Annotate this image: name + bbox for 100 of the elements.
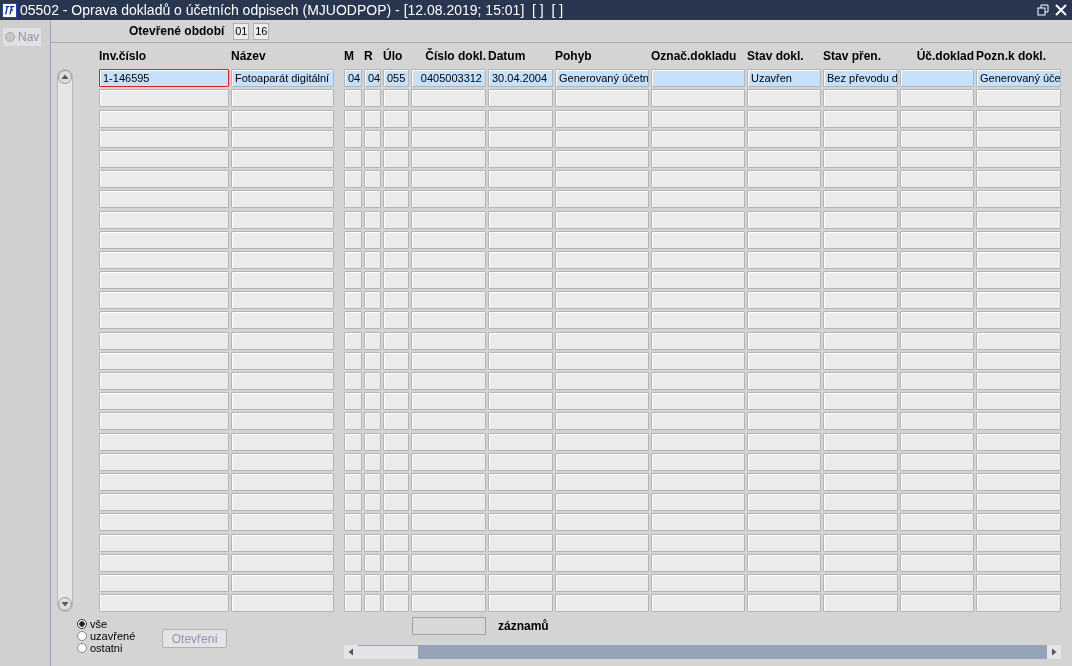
- table-cell[interactable]: [364, 291, 381, 310]
- table-cell[interactable]: [364, 594, 381, 613]
- table-cell[interactable]: [488, 452, 553, 471]
- table-cell[interactable]: [651, 170, 745, 189]
- table-cell[interactable]: [411, 230, 486, 249]
- table-cell[interactable]: [900, 594, 974, 613]
- table-cell[interactable]: [364, 109, 381, 128]
- table-cell[interactable]: [823, 392, 898, 411]
- table-cell[interactable]: [555, 109, 649, 128]
- table-cell[interactable]: [411, 472, 486, 491]
- table-cell[interactable]: 055: [383, 69, 409, 88]
- table-cell[interactable]: [555, 553, 649, 572]
- table-cell[interactable]: [823, 149, 898, 168]
- table-cell[interactable]: [747, 432, 821, 451]
- table-cell[interactable]: [364, 170, 381, 189]
- table-cell[interactable]: [651, 392, 745, 411]
- table-cell[interactable]: [344, 452, 362, 471]
- table-cell[interactable]: [411, 452, 486, 471]
- table-cell[interactable]: [364, 210, 381, 229]
- table-cell[interactable]: [823, 170, 898, 189]
- table-cell[interactable]: [555, 412, 649, 431]
- table-cell[interactable]: [488, 493, 553, 512]
- table-cell[interactable]: [651, 230, 745, 249]
- table-cell[interactable]: [231, 351, 334, 370]
- table-cell[interactable]: [383, 513, 409, 532]
- table-cell[interactable]: [231, 109, 334, 128]
- table-cell[interactable]: [344, 210, 362, 229]
- table-cell[interactable]: [823, 452, 898, 471]
- table-cell[interactable]: [231, 472, 334, 491]
- table-cell[interactable]: [383, 170, 409, 189]
- table-cell[interactable]: [900, 250, 974, 269]
- table-cell[interactable]: [976, 250, 1061, 269]
- table-cell[interactable]: [488, 372, 553, 390]
- table-cell[interactable]: [99, 190, 229, 209]
- table-cell[interactable]: [488, 210, 553, 229]
- table-cell[interactable]: [231, 190, 334, 209]
- table-cell[interactable]: [747, 311, 821, 330]
- table-cell[interactable]: [488, 553, 553, 572]
- table-cell[interactable]: Generovaný účetn: [555, 69, 649, 88]
- table-cell[interactable]: [411, 311, 486, 330]
- table-cell[interactable]: [99, 513, 229, 532]
- table-cell[interactable]: [411, 210, 486, 229]
- table-cell[interactable]: [747, 392, 821, 411]
- table-cell[interactable]: [411, 250, 486, 269]
- table-cell[interactable]: [488, 291, 553, 310]
- table-cell[interactable]: [231, 170, 334, 189]
- table-cell[interactable]: [900, 311, 974, 330]
- scroll-thumb[interactable]: [358, 645, 418, 659]
- table-cell[interactable]: [976, 553, 1061, 572]
- table-cell[interactable]: [364, 533, 381, 552]
- table-cell[interactable]: [747, 109, 821, 128]
- table-cell[interactable]: [651, 472, 745, 491]
- table-cell[interactable]: [99, 351, 229, 370]
- table-cell[interactable]: [411, 291, 486, 310]
- table-cell[interactable]: [344, 291, 362, 310]
- table-cell[interactable]: [747, 331, 821, 350]
- table-cell[interactable]: [747, 250, 821, 269]
- table-cell[interactable]: [344, 351, 362, 370]
- table-cell[interactable]: [488, 170, 553, 189]
- table-cell[interactable]: [900, 452, 974, 471]
- table-cell[interactable]: [651, 311, 745, 330]
- table-cell[interactable]: [976, 412, 1061, 431]
- table-cell[interactable]: [823, 372, 898, 390]
- table-cell[interactable]: [411, 129, 486, 148]
- table-cell[interactable]: [651, 351, 745, 370]
- table-cell[interactable]: [231, 392, 334, 411]
- table-cell[interactable]: [344, 230, 362, 249]
- table-cell[interactable]: [900, 210, 974, 229]
- table-cell[interactable]: [231, 129, 334, 148]
- table-cell[interactable]: [383, 291, 409, 310]
- table-cell[interactable]: [99, 210, 229, 229]
- table-cell[interactable]: [976, 230, 1061, 249]
- table-cell[interactable]: [383, 533, 409, 552]
- table-cell[interactable]: [99, 573, 229, 592]
- table-cell[interactable]: [900, 331, 974, 350]
- table-cell[interactable]: [231, 553, 334, 572]
- table-cell[interactable]: [231, 291, 334, 310]
- table-cell[interactable]: [555, 210, 649, 229]
- table-cell[interactable]: [976, 452, 1061, 471]
- table-cell[interactable]: [823, 190, 898, 209]
- table-cell[interactable]: [555, 170, 649, 189]
- table-cell[interactable]: [364, 553, 381, 572]
- table-cell[interactable]: [651, 69, 745, 88]
- table-cell[interactable]: [231, 250, 334, 269]
- vertical-scrollbar[interactable]: [57, 69, 73, 612]
- table-cell[interactable]: [344, 573, 362, 592]
- table-cell[interactable]: [411, 170, 486, 189]
- table-cell[interactable]: [823, 533, 898, 552]
- table-cell[interactable]: [976, 472, 1061, 491]
- table-cell[interactable]: [823, 472, 898, 491]
- table-cell[interactable]: [344, 493, 362, 512]
- table-cell[interactable]: [344, 331, 362, 350]
- table-cell[interactable]: [383, 230, 409, 249]
- table-cell[interactable]: [383, 553, 409, 572]
- table-cell[interactable]: [555, 250, 649, 269]
- table-cell[interactable]: [231, 452, 334, 471]
- table-cell[interactable]: [823, 432, 898, 451]
- scroll-right-icon[interactable]: [1047, 645, 1061, 660]
- table-cell[interactable]: [411, 351, 486, 370]
- table-cell[interactable]: [555, 190, 649, 209]
